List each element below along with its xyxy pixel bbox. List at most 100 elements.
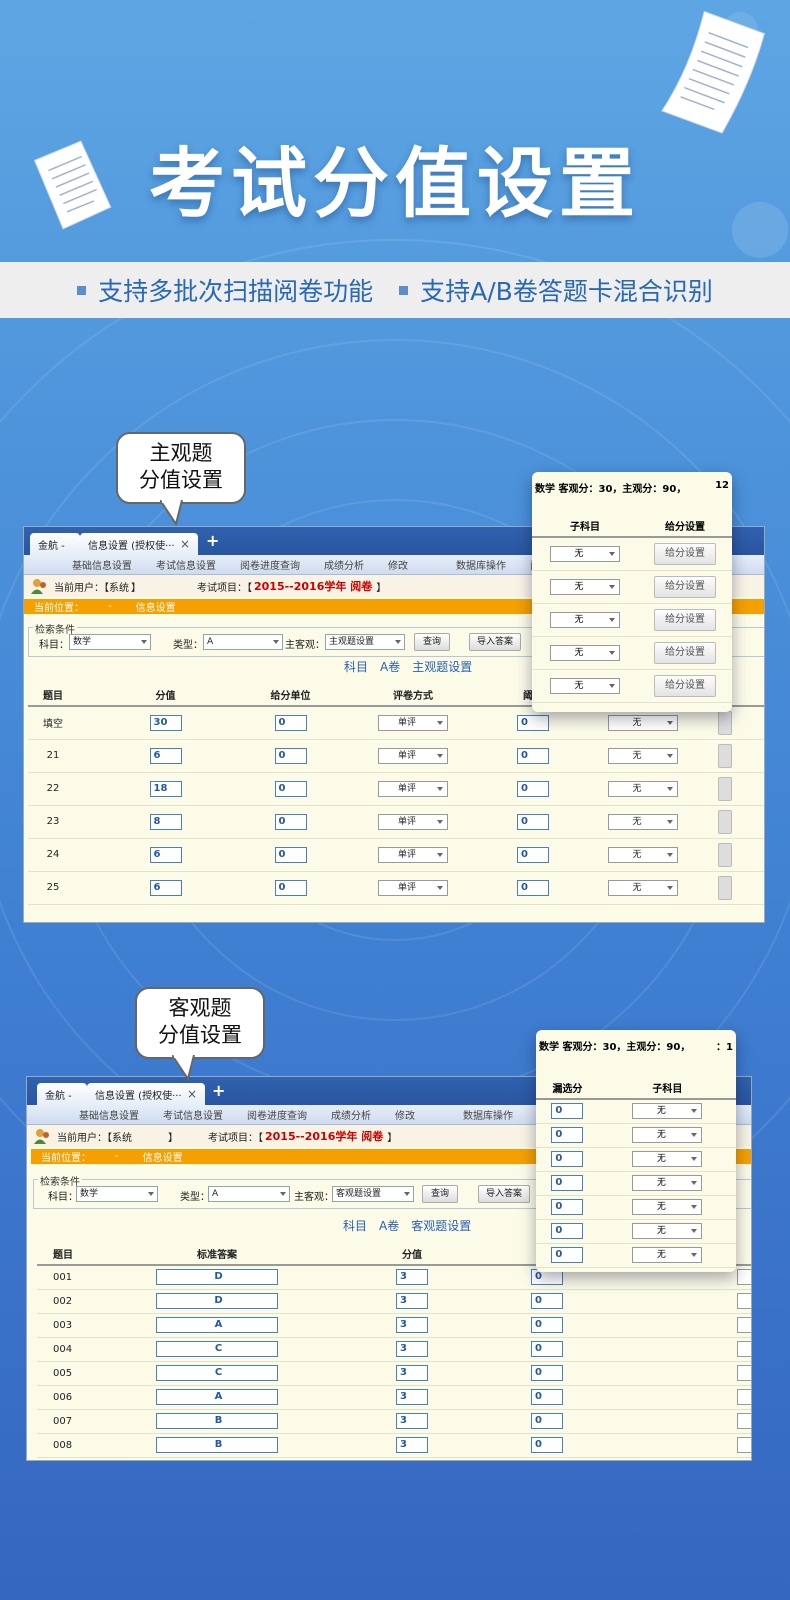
subsubject-select[interactable]: 无 bbox=[632, 1103, 703, 1120]
scoring-setting-button[interactable]: 给分设置 bbox=[654, 575, 717, 598]
threshold-input[interactable]: 0 bbox=[517, 780, 549, 797]
subsubject-select[interactable]: 无 bbox=[632, 1151, 703, 1167]
unit-input[interactable]: 0 bbox=[274, 714, 307, 731]
score-input[interactable]: 3 bbox=[396, 1389, 428, 1405]
answer-input[interactable]: C bbox=[156, 1365, 278, 1381]
miss-input[interactable]: 0 bbox=[531, 1389, 563, 1405]
menu-item-analysis[interactable]: 成绩分析 bbox=[319, 1107, 383, 1122]
miss-input[interactable]: 0 bbox=[531, 1293, 563, 1309]
mode-select[interactable]: 主观题设置 bbox=[325, 634, 405, 650]
subsubject-select[interactable]: 无 bbox=[550, 677, 621, 694]
miss-input[interactable]: 0 bbox=[551, 1103, 584, 1120]
answer-input[interactable]: C bbox=[156, 1341, 278, 1357]
miss-input[interactable]: 0 bbox=[551, 1175, 584, 1191]
subject-select[interactable]: 数学 bbox=[76, 1186, 158, 1202]
score-input[interactable]: 3 bbox=[396, 1413, 428, 1429]
miss-input[interactable]: 0 bbox=[551, 1127, 584, 1143]
score-input[interactable]: 6 bbox=[149, 747, 182, 764]
subsubject-select[interactable]: 无 bbox=[737, 1341, 751, 1357]
subsubject-select[interactable]: 无 bbox=[737, 1389, 751, 1405]
subsubject-select[interactable]: 无 bbox=[632, 1175, 703, 1191]
unit-input[interactable]: 0 bbox=[274, 879, 307, 896]
subject-select[interactable]: 数学 bbox=[69, 634, 151, 650]
subsubject-select[interactable]: 无 bbox=[632, 1223, 703, 1239]
row-action-button[interactable] bbox=[718, 842, 732, 867]
subsubject-select[interactable]: 无 bbox=[550, 545, 621, 562]
miss-input[interactable]: 0 bbox=[551, 1247, 584, 1263]
method-select[interactable]: 单评 bbox=[378, 747, 448, 764]
method-select[interactable]: 单评 bbox=[378, 813, 448, 830]
row-action-button[interactable] bbox=[718, 710, 732, 735]
score-input[interactable]: 3 bbox=[396, 1317, 428, 1333]
subsubject-select[interactable]: 无 bbox=[608, 879, 678, 896]
subsubject-select[interactable]: 无 bbox=[608, 714, 678, 731]
score-input[interactable]: 3 bbox=[396, 1341, 428, 1357]
menu-item-progress[interactable]: 阅卷进度查询 bbox=[228, 557, 312, 572]
menu-item-database[interactable]: 数据库操作 bbox=[444, 557, 518, 572]
score-input[interactable]: 3 bbox=[396, 1269, 428, 1286]
add-tab-icon[interactable]: + bbox=[206, 531, 219, 550]
scoring-setting-button[interactable]: 给分设置 bbox=[654, 608, 717, 631]
tab-home[interactable]: 金航 - bbox=[30, 533, 80, 555]
method-select[interactable]: 单评 bbox=[378, 879, 448, 896]
method-select[interactable]: 单评 bbox=[378, 846, 448, 863]
subsubject-select[interactable]: 无 bbox=[737, 1293, 751, 1309]
query-button[interactable]: 查询 bbox=[422, 1185, 458, 1203]
score-input[interactable]: 18 bbox=[149, 780, 182, 797]
score-input[interactable]: 3 bbox=[396, 1365, 428, 1381]
menu-item-modify[interactable]: 修改 bbox=[376, 557, 420, 572]
threshold-input[interactable]: 0 bbox=[517, 714, 549, 731]
score-input[interactable]: 30 bbox=[149, 714, 182, 731]
menu-item-exam-info[interactable]: 考试信息设置 bbox=[151, 1107, 235, 1122]
unit-input[interactable]: 0 bbox=[274, 846, 307, 863]
row-action-button[interactable] bbox=[718, 743, 732, 768]
score-input[interactable]: 6 bbox=[149, 846, 182, 863]
tab-home[interactable]: 金航 - bbox=[37, 1083, 87, 1105]
score-input[interactable]: 3 bbox=[396, 1293, 428, 1309]
miss-input[interactable]: 0 bbox=[531, 1413, 563, 1429]
subsubject-select[interactable]: 无 bbox=[737, 1437, 751, 1453]
method-select[interactable]: 单评 bbox=[378, 780, 448, 797]
score-input[interactable]: 3 bbox=[396, 1437, 428, 1453]
scoring-setting-button[interactable]: 给分设置 bbox=[654, 674, 717, 697]
answer-input[interactable]: B bbox=[156, 1437, 278, 1453]
answer-input[interactable]: A bbox=[156, 1317, 278, 1333]
miss-input[interactable]: 0 bbox=[551, 1199, 584, 1215]
unit-input[interactable]: 0 bbox=[274, 747, 307, 764]
type-select[interactable]: A bbox=[203, 634, 283, 650]
miss-input[interactable]: 0 bbox=[551, 1151, 584, 1167]
answer-input[interactable]: D bbox=[156, 1293, 278, 1309]
subsubject-select[interactable]: 无 bbox=[550, 578, 621, 595]
miss-input[interactable]: 0 bbox=[531, 1365, 563, 1381]
import-answers-button[interactable]: 导入答案 bbox=[478, 1185, 530, 1203]
tab-info-settings[interactable]: 信息设置 (授权使··· × bbox=[80, 533, 198, 555]
subsubject-select[interactable]: 无 bbox=[550, 611, 621, 628]
answer-input[interactable]: A bbox=[156, 1389, 278, 1405]
subsubject-select[interactable]: 无 bbox=[632, 1247, 703, 1263]
menu-item-database[interactable]: 数据库操作 bbox=[451, 1107, 525, 1122]
tab-info-settings[interactable]: 信息设置 (授权使··· × bbox=[87, 1083, 205, 1105]
menu-item-analysis[interactable]: 成绩分析 bbox=[312, 557, 376, 572]
subsubject-select[interactable]: 无 bbox=[737, 1365, 751, 1381]
subsubject-select[interactable]: 无 bbox=[632, 1127, 703, 1143]
subsubject-select[interactable]: 无 bbox=[608, 780, 678, 797]
answer-input[interactable]: B bbox=[156, 1413, 278, 1429]
subsubject-select[interactable]: 无 bbox=[737, 1269, 751, 1286]
scoring-setting-button[interactable]: 给分设置 bbox=[654, 641, 717, 664]
row-action-button[interactable] bbox=[718, 875, 732, 900]
miss-input[interactable]: 0 bbox=[531, 1341, 563, 1357]
threshold-input[interactable]: 0 bbox=[517, 846, 549, 863]
mode-select[interactable]: 客观题设置 bbox=[332, 1186, 414, 1202]
close-icon[interactable]: × bbox=[187, 1087, 197, 1101]
threshold-input[interactable]: 0 bbox=[517, 879, 549, 896]
menu-item-progress[interactable]: 阅卷进度查询 bbox=[235, 1107, 319, 1122]
score-input[interactable]: 6 bbox=[149, 879, 182, 896]
row-action-button[interactable] bbox=[718, 776, 732, 801]
close-icon[interactable]: × bbox=[180, 537, 190, 551]
row-action-button[interactable] bbox=[718, 809, 732, 834]
subsubject-select[interactable]: 无 bbox=[608, 846, 678, 863]
import-answers-button[interactable]: 导入答案 bbox=[469, 633, 521, 651]
subsubject-select[interactable]: 无 bbox=[550, 644, 621, 661]
threshold-input[interactable]: 0 bbox=[517, 747, 549, 764]
subsubject-select[interactable]: 无 bbox=[737, 1413, 751, 1429]
